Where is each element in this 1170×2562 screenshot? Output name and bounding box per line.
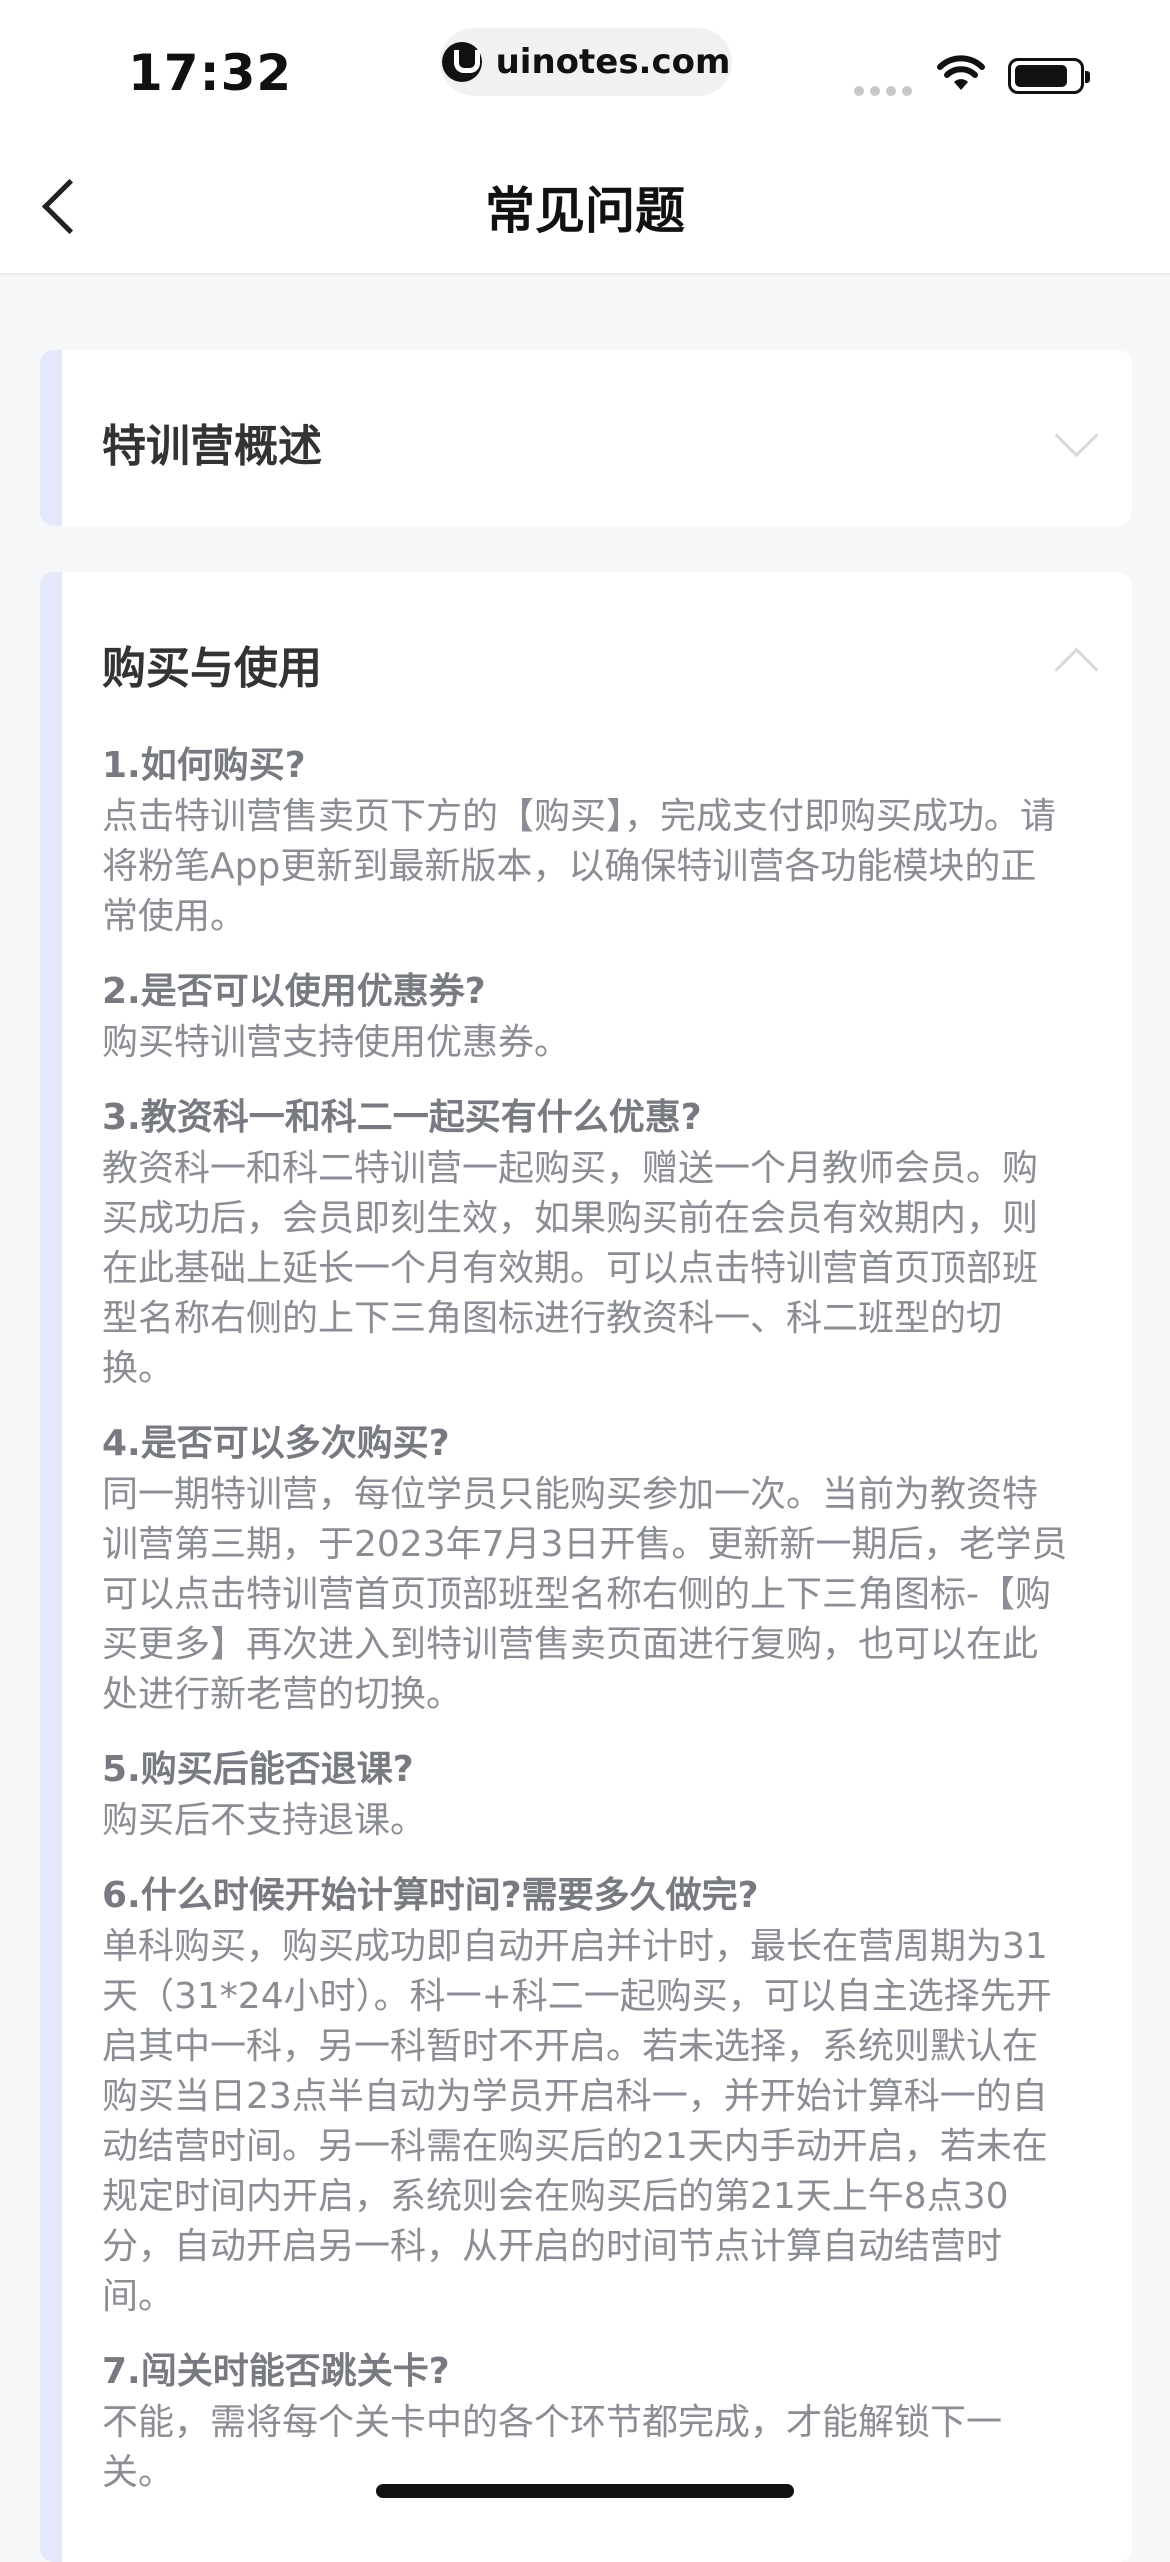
- status-time: 17:32: [128, 44, 293, 102]
- faq-question: 2.是否可以使用优惠券?: [102, 971, 486, 1012]
- faq-answer: 购买后不支持退课。: [102, 1800, 427, 1841]
- faq-item: 3.教资科一和科二一起买有什么优惠? 教资科一和科二特训营一起购买，赠送一个月教…: [102, 1092, 1072, 1394]
- faq-question: 7.闯关时能否跳关卡?: [102, 2351, 450, 2392]
- faq-question: 5.购买后能否退课?: [102, 1749, 414, 1790]
- section-title: 特训营概述: [102, 421, 322, 472]
- faq-item: 6.什么时候开始计算时间?需要多久做完? 单科购买，购买成功即自动开启并计时，最…: [102, 1870, 1072, 2322]
- battery-icon: [1008, 58, 1090, 94]
- faq-question: 1.如何购买?: [102, 745, 306, 786]
- navigation-bar: 常见问题: [0, 135, 1170, 275]
- status-bar: 17:32 uinotes.com: [0, 0, 1170, 135]
- faq-answer: 不能，需将每个关卡中的各个环节都完成，才能解锁下一关。: [102, 2402, 1003, 2493]
- faq-answer: 点击特训营售卖页下方的【购买】，完成支付即购买成功。请将粉笔App更新到最新版本…: [102, 796, 1057, 937]
- section-purchase-usage-header[interactable]: 购买与使用: [40, 572, 1132, 748]
- wifi-icon: [937, 55, 985, 90]
- faq-answer: 单科购买，购买成功即自动开启并计时，最长在营周期为31天（31*24小时）。科一…: [102, 1926, 1052, 2317]
- chevron-up-icon: [1054, 647, 1099, 692]
- faq-item: 2.是否可以使用优惠券? 购买特训营支持使用优惠券。: [102, 966, 1072, 1068]
- faq-answer: 同一期特训营，每位学员只能购买参加一次。当前为教资特训营第三期，于2023年7月…: [102, 1474, 1068, 1715]
- page-title: 常见问题: [485, 182, 685, 240]
- faq-answer: 购买特训营支持使用优惠券。: [102, 1022, 571, 1063]
- faq-item: 7.闯关时能否跳关卡? 不能，需将每个关卡中的各个环节都完成，才能解锁下一关。: [102, 2346, 1072, 2498]
- url-pill[interactable]: uinotes.com: [440, 28, 732, 96]
- home-indicator[interactable]: [376, 2484, 794, 2498]
- faq-list: 1.如何购买? 点击特训营售卖页下方的【购买】，完成支付即购买成功。请将粉笔Ap…: [40, 740, 1132, 2498]
- url-text: uinotes.com: [495, 42, 731, 82]
- chevron-down-icon: [1054, 413, 1099, 458]
- faq-item: 5.购买后能否退课? 购买后不支持退课。: [102, 1744, 1072, 1846]
- section-overview-header[interactable]: 特训营概述: [40, 350, 1132, 526]
- faq-question: 6.什么时候开始计算时间?需要多久做完?: [102, 1875, 759, 1916]
- faq-item: 4.是否可以多次购买? 同一期特训营，每位学员只能购买参加一次。当前为教资特训营…: [102, 1418, 1072, 1720]
- section-overview: 特训营概述: [40, 350, 1132, 526]
- faq-answer: 教资科一和科二特训营一起购买，赠送一个月教师会员。购买成功后，会员即刻生效，如果…: [102, 1148, 1039, 1389]
- faq-question: 4.是否可以多次购买?: [102, 1423, 450, 1464]
- section-purchase-usage: 购买与使用 1.如何购买? 点击特训营售卖页下方的【购买】，完成支付即购买成功。…: [40, 572, 1132, 2562]
- faq-question: 3.教资科一和科二一起买有什么优惠?: [102, 1097, 702, 1138]
- site-logo-icon: [441, 42, 482, 82]
- faq-item: 1.如何购买? 点击特训营售卖页下方的【购买】，完成支付即购买成功。请将粉笔Ap…: [102, 740, 1072, 942]
- section-title: 购买与使用: [102, 643, 322, 694]
- cellular-signal-icon: [854, 86, 912, 96]
